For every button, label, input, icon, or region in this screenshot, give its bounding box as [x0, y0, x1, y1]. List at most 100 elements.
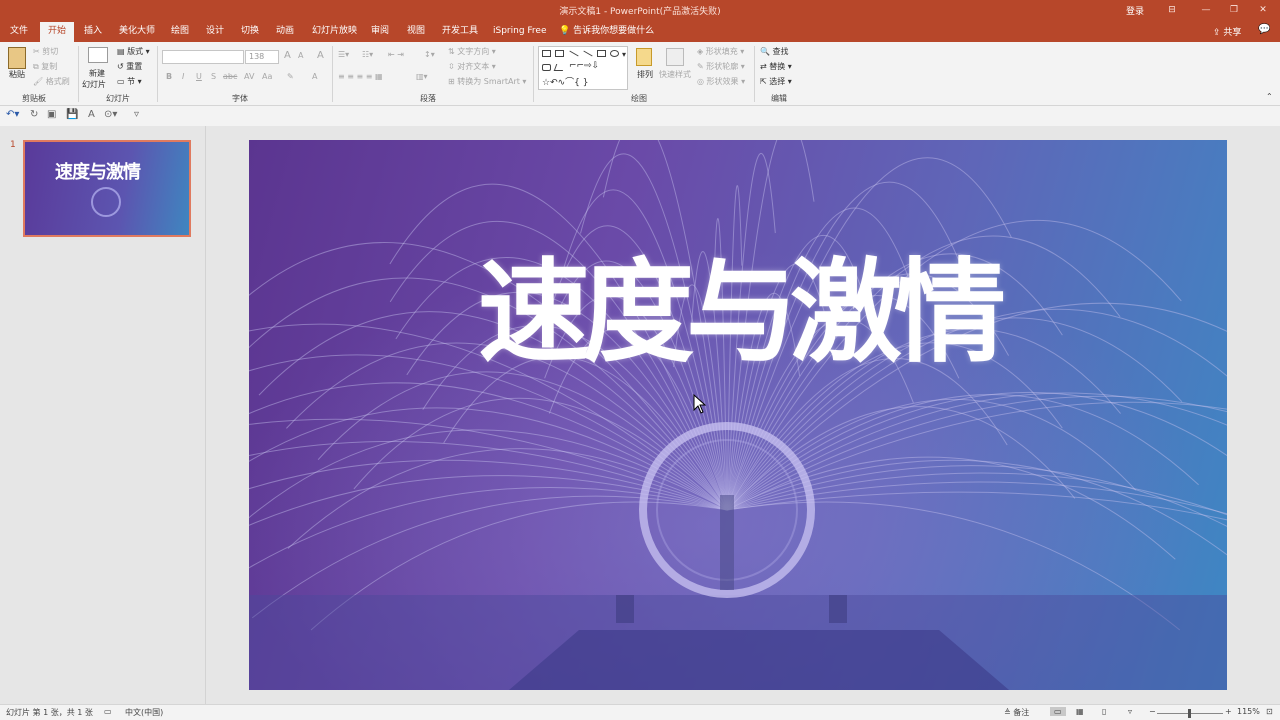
fit-slide-icon[interactable]: ⊡: [1266, 707, 1273, 716]
login-link[interactable]: 登录: [1126, 4, 1144, 17]
restore-icon[interactable]: ❐: [1221, 2, 1247, 18]
text-color-icon[interactable]: A: [88, 109, 95, 120]
tab-draw[interactable]: 绘图: [171, 24, 189, 42]
textbox-shape-icon[interactable]: [542, 50, 551, 57]
layout-button[interactable]: ▤ 版式 ▾: [117, 46, 150, 57]
tab-home[interactable]: 开始: [40, 22, 75, 42]
tab-insert[interactable]: 插入: [84, 24, 102, 42]
tab-file[interactable]: 文件: [10, 24, 28, 42]
shadow-button[interactable]: S: [211, 72, 216, 81]
gallery-more-icon[interactable]: ▾: [622, 50, 626, 59]
undo-icon[interactable]: ↶▾: [6, 109, 19, 120]
grow-font-icon[interactable]: A: [284, 50, 291, 61]
zoom-out-icon[interactable]: −: [1149, 707, 1156, 716]
align-text-button[interactable]: ⇳ 对齐文本 ▾: [448, 61, 496, 72]
tab-view[interactable]: 视图: [407, 24, 425, 42]
shape-outline-button[interactable]: ✎ 形状轮廓 ▾: [697, 61, 745, 72]
rounded-rect-shape-icon[interactable]: [542, 64, 551, 71]
redo-icon[interactable]: ↻: [30, 109, 38, 120]
start-slideshow-icon[interactable]: ▣: [47, 109, 56, 120]
oval-shape-icon[interactable]: [610, 50, 619, 57]
paste-icon[interactable]: [8, 47, 26, 69]
font-name-input[interactable]: [162, 50, 244, 64]
more-shapes-icon[interactable]: ☆↶∿⌒{ }: [542, 75, 588, 88]
highlight-icon[interactable]: ✎: [287, 72, 294, 81]
find-button[interactable]: 🔍 查找: [760, 46, 789, 57]
format-painter-button[interactable]: 🖌 格式刷: [33, 76, 70, 87]
font-size-input[interactable]: 138: [245, 50, 279, 64]
line-shape-icon[interactable]: [569, 50, 579, 57]
minimize-icon[interactable]: —: [1193, 2, 1219, 18]
underline-button[interactable]: U: [196, 72, 202, 81]
quick-styles-icon[interactable]: [666, 48, 684, 66]
tab-slideshow[interactable]: 幻灯片放映: [312, 24, 357, 42]
rect-shape-icon[interactable]: [597, 50, 606, 57]
reset-button[interactable]: ↺ 重置: [117, 61, 142, 72]
share-button[interactable]: ⇪ 共享: [1213, 25, 1241, 38]
close-icon[interactable]: ✕: [1250, 2, 1276, 18]
tab-review[interactable]: 审阅: [371, 24, 389, 42]
tab-developer[interactable]: 开发工具: [442, 24, 478, 42]
copy-button[interactable]: ⧉ 复制: [33, 61, 57, 72]
bullets-icon[interactable]: ☰▾: [338, 50, 349, 59]
numbering-icon[interactable]: ☷▾: [362, 50, 373, 59]
slide-thumbnail[interactable]: 速度与激情: [23, 140, 191, 237]
reading-view-icon[interactable]: ▯: [1102, 707, 1106, 716]
arrange-button[interactable]: 排列: [637, 69, 653, 80]
slide-title[interactable]: 速度与激情: [249, 238, 1227, 388]
section-button[interactable]: ▭ 节 ▾: [117, 76, 142, 87]
tab-beautify[interactable]: 美化大师: [119, 24, 155, 42]
tab-transitions[interactable]: 切换: [241, 24, 259, 42]
ribbon-display-icon[interactable]: ⊟: [1159, 2, 1185, 18]
change-case-button[interactable]: Aa: [262, 72, 272, 81]
new-slide-icon[interactable]: [88, 47, 108, 63]
spellcheck-icon[interactable]: ▭: [104, 707, 112, 716]
italic-button[interactable]: I: [182, 72, 184, 81]
columns-icon[interactable]: ▥▾: [416, 72, 428, 81]
normal-view-icon[interactable]: ▭: [1050, 707, 1066, 716]
slide-sorter-icon[interactable]: ▦: [1076, 707, 1084, 716]
quick-styles-button[interactable]: 快速样式: [659, 69, 691, 80]
shrink-font-icon[interactable]: A: [298, 51, 303, 60]
align-buttons-icon[interactable]: ≡ ≡ ≡ ≡ ▦: [338, 72, 383, 81]
comment-icon[interactable]: 💬: [1258, 24, 1270, 35]
cut-button[interactable]: ✂ 剪切: [33, 46, 58, 57]
select-button[interactable]: ⇱ 选择 ▾: [760, 76, 792, 87]
tab-ispring[interactable]: iSpring Free: [493, 24, 547, 42]
zoom-slider-thumb[interactable]: [1188, 709, 1191, 718]
bold-button[interactable]: B: [166, 72, 172, 81]
new-slide-button-2[interactable]: 幻灯片: [82, 79, 106, 90]
vtextbox-shape-icon[interactable]: [555, 50, 564, 57]
save-icon[interactable]: 💾: [66, 109, 78, 120]
tab-design[interactable]: 设计: [206, 24, 224, 42]
indent-icon[interactable]: ⇤ ⇥: [388, 50, 404, 59]
tell-me-box[interactable]: 💡 告诉我你想要做什么: [559, 24, 654, 42]
connector-shape-icon[interactable]: ⌐⌐⇨⇩: [569, 61, 599, 71]
char-spacing-button[interactable]: AV: [244, 72, 254, 81]
zoom-in-icon[interactable]: +: [1225, 707, 1232, 716]
collapse-ribbon-icon[interactable]: ⌃: [1266, 92, 1273, 101]
replace-button[interactable]: ⇄ 替换 ▾: [760, 61, 792, 72]
customize-qat-icon[interactable]: ▿: [134, 109, 139, 120]
shape-effects-button[interactable]: ◎ 形状效果 ▾: [697, 76, 745, 87]
tab-animations[interactable]: 动画: [276, 24, 294, 42]
zoom-level[interactable]: 115%: [1237, 707, 1260, 716]
shape-fill-button[interactable]: ◈ 形状填充 ▾: [697, 46, 744, 57]
arrange-icon[interactable]: [636, 48, 652, 66]
slide-canvas[interactable]: 速度与激情: [249, 140, 1227, 690]
smartart-button[interactable]: ⊞ 转换为 SmartArt ▾: [448, 76, 526, 87]
font-color-button[interactable]: A: [312, 72, 317, 81]
text-direction-button[interactable]: ⇅ 文字方向 ▾: [448, 46, 496, 57]
line-spacing-icon[interactable]: ↕▾: [424, 50, 435, 59]
strikethrough-button[interactable]: abc: [223, 72, 237, 81]
shapes-gallery[interactable]: ⌐⌐⇨⇩ ☆↶∿⌒{ }: [538, 46, 628, 90]
triangle-shape-icon[interactable]: [553, 64, 566, 71]
shape-outline-qat-icon[interactable]: ⊙▾: [104, 109, 117, 120]
clear-format-icon[interactable]: A: [317, 50, 324, 61]
arrow-line-shape-icon[interactable]: [583, 50, 593, 57]
new-slide-button[interactable]: 新建: [89, 68, 105, 79]
paste-button[interactable]: 粘贴: [9, 69, 25, 80]
language-indicator[interactable]: 中文(中国): [125, 707, 163, 718]
notes-button[interactable]: ≜ 备注: [1004, 707, 1029, 718]
slideshow-view-icon[interactable]: ▿: [1128, 707, 1132, 716]
